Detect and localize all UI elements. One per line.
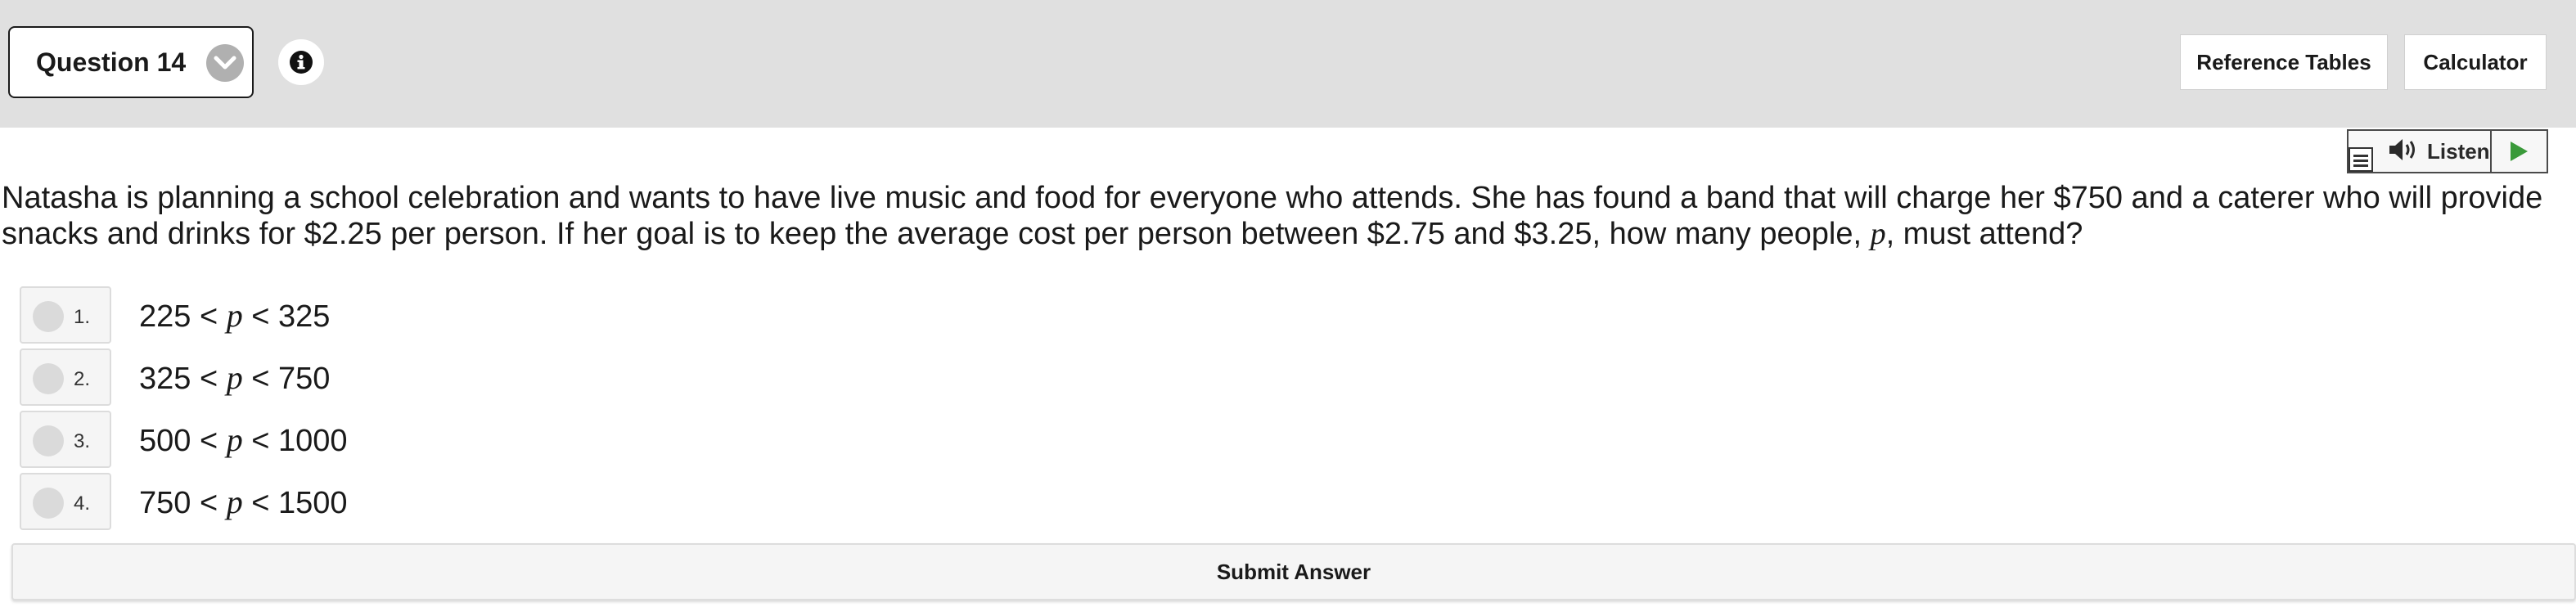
question-selector[interactable]: Question 14 xyxy=(8,26,254,98)
radio-button[interactable] xyxy=(33,363,64,394)
choice-right: < 750 xyxy=(242,362,331,396)
radio-button[interactable] xyxy=(33,425,64,456)
choice-number: 4. xyxy=(74,492,91,515)
answer-choice-2[interactable]: 2. 325 < p < 750 xyxy=(20,348,2556,406)
choice-left: 500 < xyxy=(139,424,227,458)
question-label: Question 14 xyxy=(36,47,187,77)
top-toolbar: Question 14 Reference Tables Calculator xyxy=(0,0,2576,128)
choice-text[interactable]: 500 < p < 1000 xyxy=(139,420,348,459)
answer-choice-4[interactable]: 4. 750 < p < 1500 xyxy=(20,473,2556,530)
radio-button[interactable] xyxy=(33,301,64,332)
info-icon[interactable] xyxy=(278,39,324,85)
answer-choice-1[interactable]: 1. 225 < p < 325 xyxy=(20,286,2556,344)
choice-left: 750 < xyxy=(139,486,227,520)
speaker-icon xyxy=(2388,137,2421,166)
listen-label: Listen xyxy=(2427,138,2490,164)
choice-selector[interactable]: 3. xyxy=(20,411,111,468)
choice-text[interactable]: 750 < p < 1500 xyxy=(139,483,348,521)
choice-number: 2. xyxy=(74,368,91,390)
answer-choice-3[interactable]: 3. 500 < p < 1000 xyxy=(20,411,2556,468)
choice-selector[interactable]: 2. xyxy=(20,348,111,406)
play-button[interactable] xyxy=(2492,131,2547,172)
choice-number: 3. xyxy=(74,430,91,452)
choice-left: 325 < xyxy=(139,362,227,396)
choice-right: < 1000 xyxy=(242,424,348,458)
chevron-down-icon[interactable] xyxy=(206,44,244,82)
choice-right: < 1500 xyxy=(242,486,348,520)
question-text: Natasha is planning a school celebration… xyxy=(2,180,2571,252)
submit-answer-button[interactable]: Submit Answer xyxy=(11,543,2576,600)
menu-icon[interactable] xyxy=(2349,147,2373,172)
choice-variable: p xyxy=(226,421,243,458)
choice-text[interactable]: 225 < p < 325 xyxy=(139,296,330,335)
choice-selector[interactable]: 1. xyxy=(20,286,111,344)
radio-button[interactable] xyxy=(33,488,64,519)
play-icon xyxy=(2511,142,2529,161)
listen-button[interactable]: Listen xyxy=(2349,131,2492,172)
choice-variable: p xyxy=(226,359,243,396)
choice-right: < 325 xyxy=(242,299,331,334)
listen-widget: Listen xyxy=(2347,129,2548,173)
choice-left: 225 < xyxy=(139,299,227,334)
calculator-button[interactable]: Calculator xyxy=(2404,34,2547,90)
choice-selector[interactable]: 4. xyxy=(20,473,111,530)
question-text-after: , must attend? xyxy=(1885,217,2083,251)
question-text-before: Natasha is planning a school celebration… xyxy=(2,181,2543,251)
choice-variable: p xyxy=(226,483,243,520)
question-variable: p xyxy=(1870,217,1886,251)
choice-text[interactable]: 325 < p < 750 xyxy=(139,358,330,397)
reference-tables-button[interactable]: Reference Tables xyxy=(2180,34,2388,90)
choice-variable: p xyxy=(226,297,243,334)
choice-number: 1. xyxy=(74,306,91,328)
